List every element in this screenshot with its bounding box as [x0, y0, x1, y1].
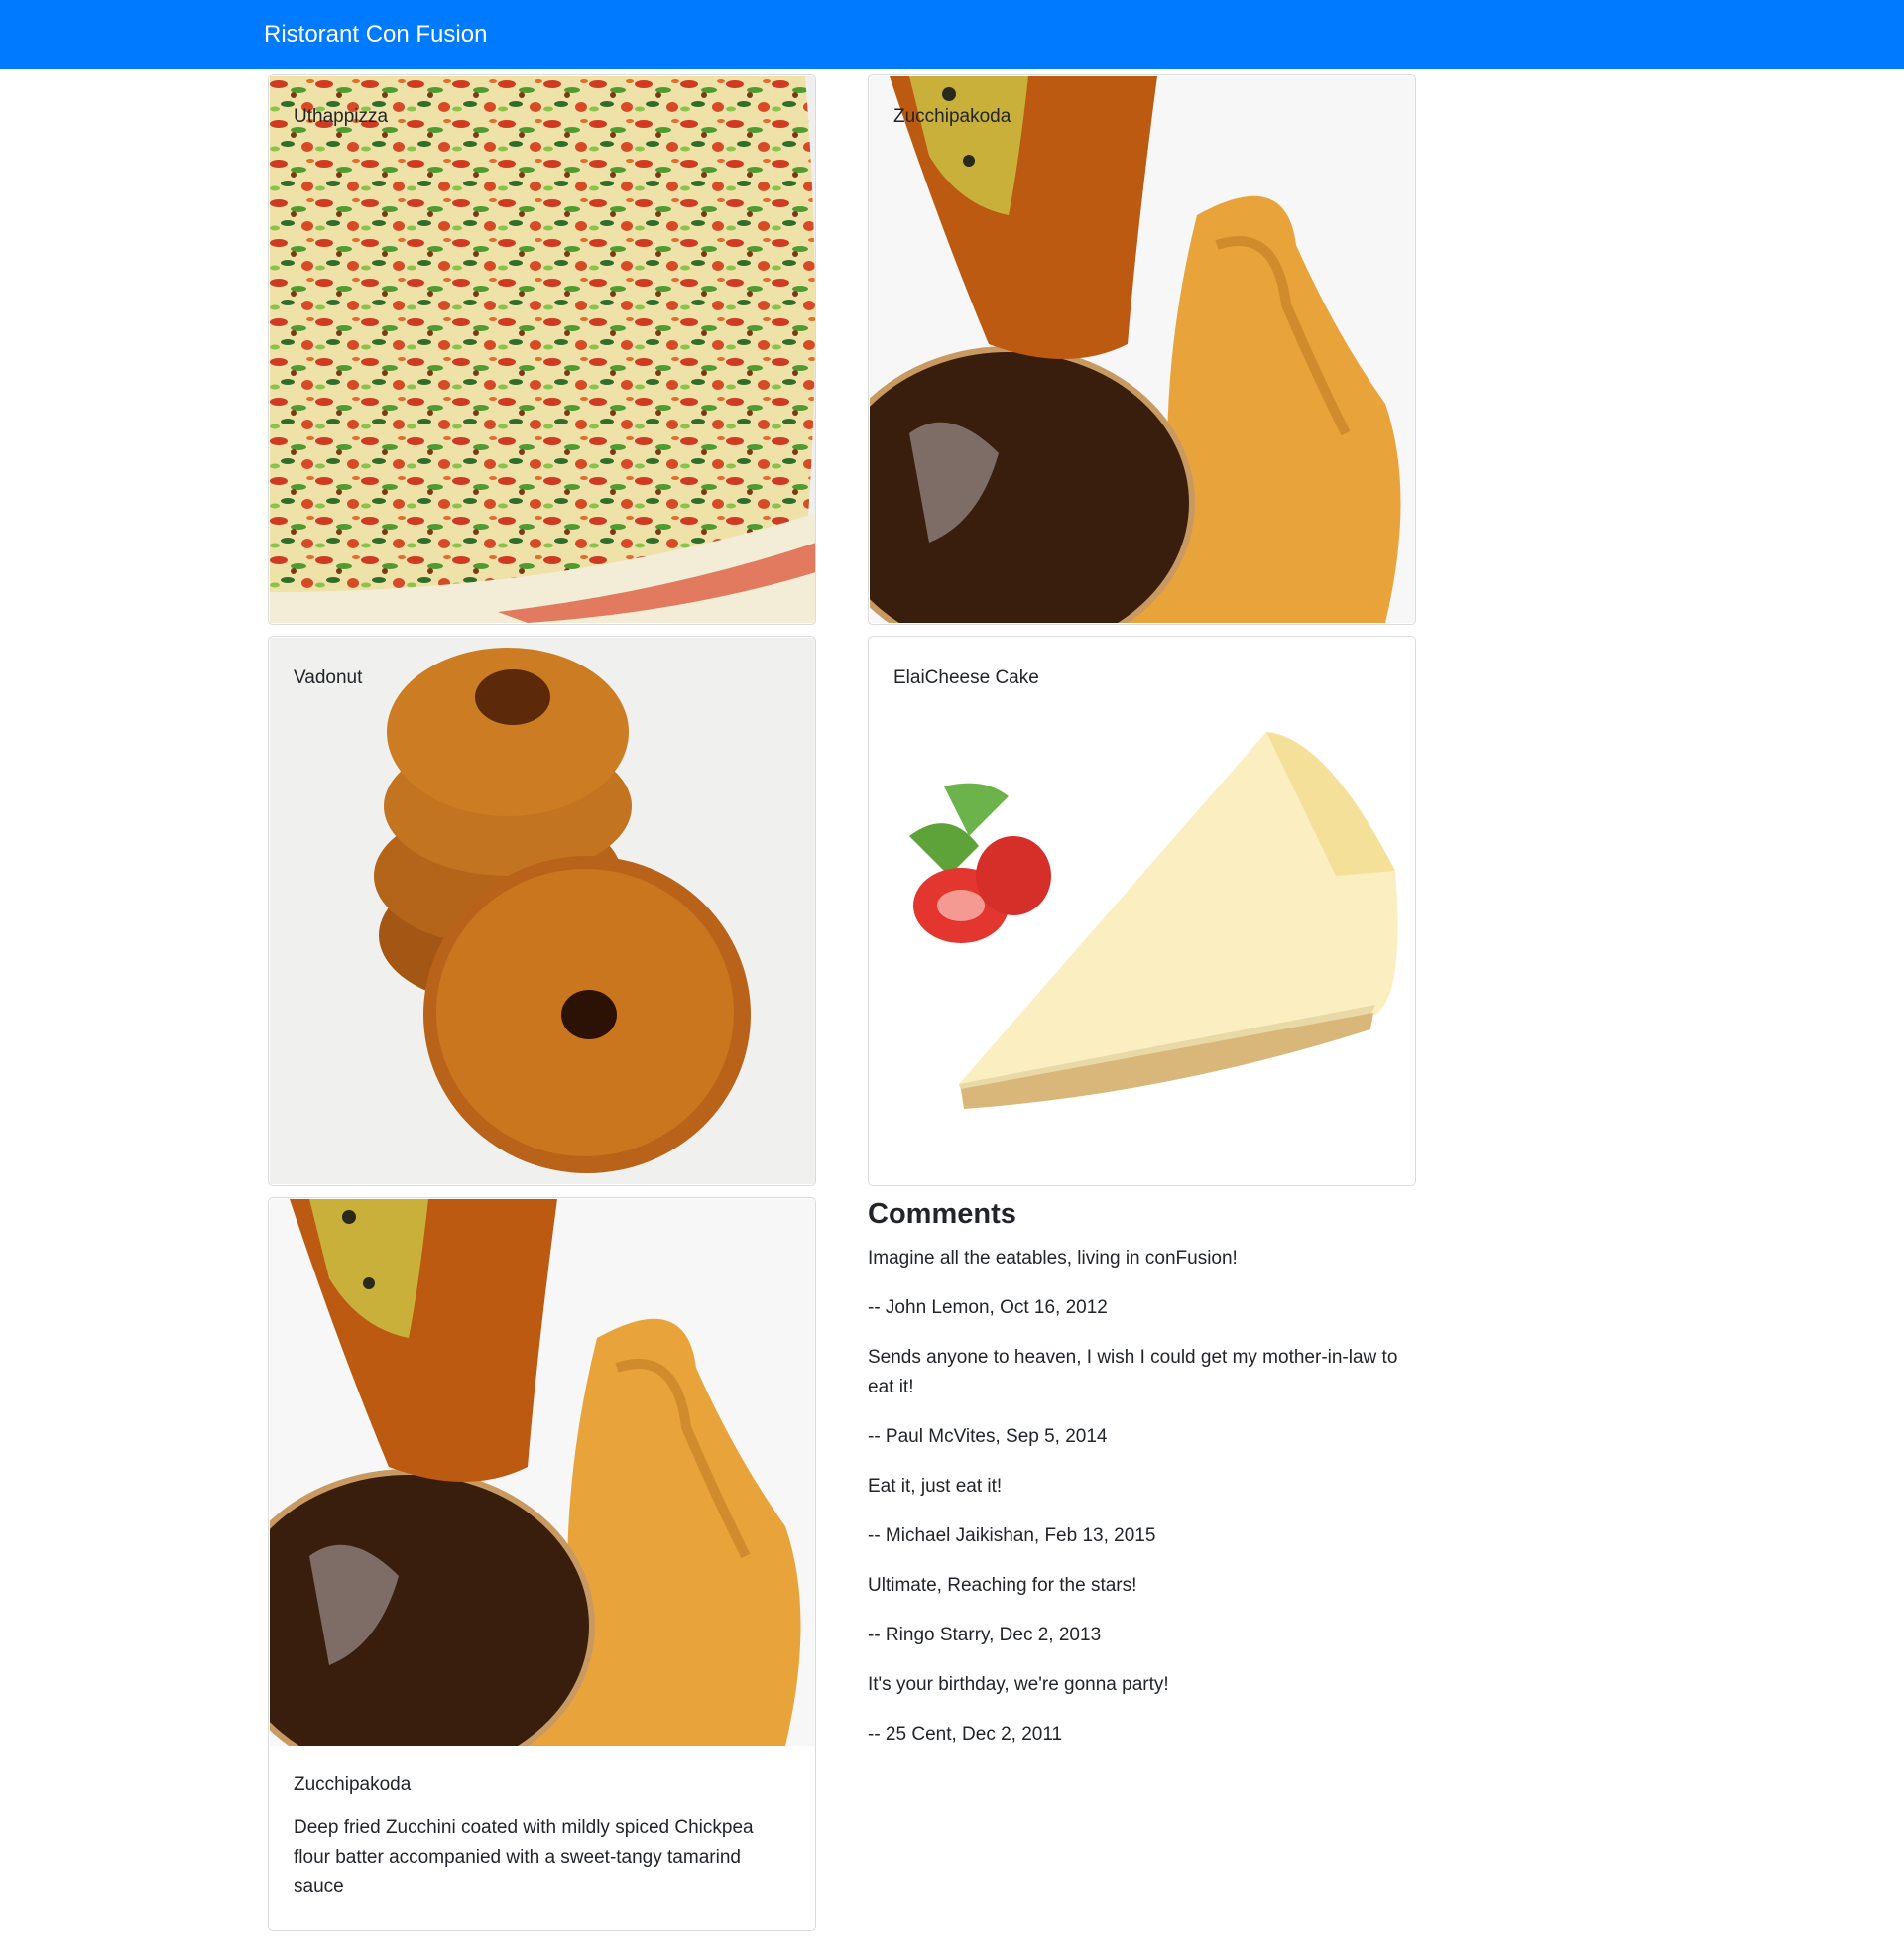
comment-text: Ultimate, Reaching for the stars! — [868, 1575, 1137, 1596]
comment-byline: -- Michael Jaikishan, Feb 13, 2015 — [868, 1525, 1156, 1546]
uthappizza-image — [270, 76, 815, 623]
comment-byline: -- John Lemon, Oct 16, 2012 — [868, 1297, 1108, 1318]
dish-card-elaicheese-cake[interactable]: ElaiCheese Cake — [868, 636, 1416, 1186]
dish-card-vadonut[interactable]: Vadonut — [268, 636, 816, 1186]
comment-text: Eat it, just eat it! — [868, 1476, 1003, 1497]
navbar-brand[interactable]: Ristorant Con Fusion — [264, 20, 487, 50]
comment-byline: -- Paul McVites, Sep 5, 2014 — [868, 1426, 1108, 1447]
elaicheese-cake-image — [870, 638, 1415, 1184]
dish-name: Uthappizza — [294, 106, 389, 127]
zucchipakoda-image — [870, 76, 1415, 623]
dish-card-uthappizza[interactable]: Uthappizza — [268, 74, 816, 625]
dish-detail-body: Zucchipakoda Deep fried Zucchini coated … — [294, 1773, 790, 1902]
navbar: Ristorant Con Fusion — [0, 0, 1904, 69]
comment-text: Imagine all the eatables, living in conF… — [868, 1248, 1238, 1269]
comment-byline: -- 25 Cent, Dec 2, 2011 — [868, 1724, 1063, 1745]
dish-detail-card: Zucchipakoda Deep fried Zucchini coated … — [268, 1197, 816, 1931]
dish-detail-title: Zucchipakoda — [294, 1774, 412, 1795]
dish-card-zucchipakoda[interactable]: Zucchipakoda — [868, 74, 1416, 625]
dish-name: Zucchipakoda — [893, 106, 1012, 127]
comment-text: Sends anyone to heaven, I wish I could g… — [868, 1347, 1398, 1397]
vadonut-image — [270, 638, 815, 1184]
comment-byline: -- Ringo Starry, Dec 2, 2013 — [868, 1625, 1102, 1645]
comments-heading: Comments — [868, 1198, 1016, 1230]
dish-detail-description: Deep fried Zucchini coated with mildly s… — [294, 1817, 754, 1897]
comments-section: Comments Imagine all the eatables, livin… — [868, 1196, 1418, 1769]
dish-name: ElaiCheese Cake — [893, 667, 1039, 688]
zucchipakoda-image — [270, 1199, 815, 1746]
dish-name: Vadonut — [294, 667, 363, 688]
comment-text: It's your birthday, we're gonna party! — [868, 1674, 1169, 1695]
